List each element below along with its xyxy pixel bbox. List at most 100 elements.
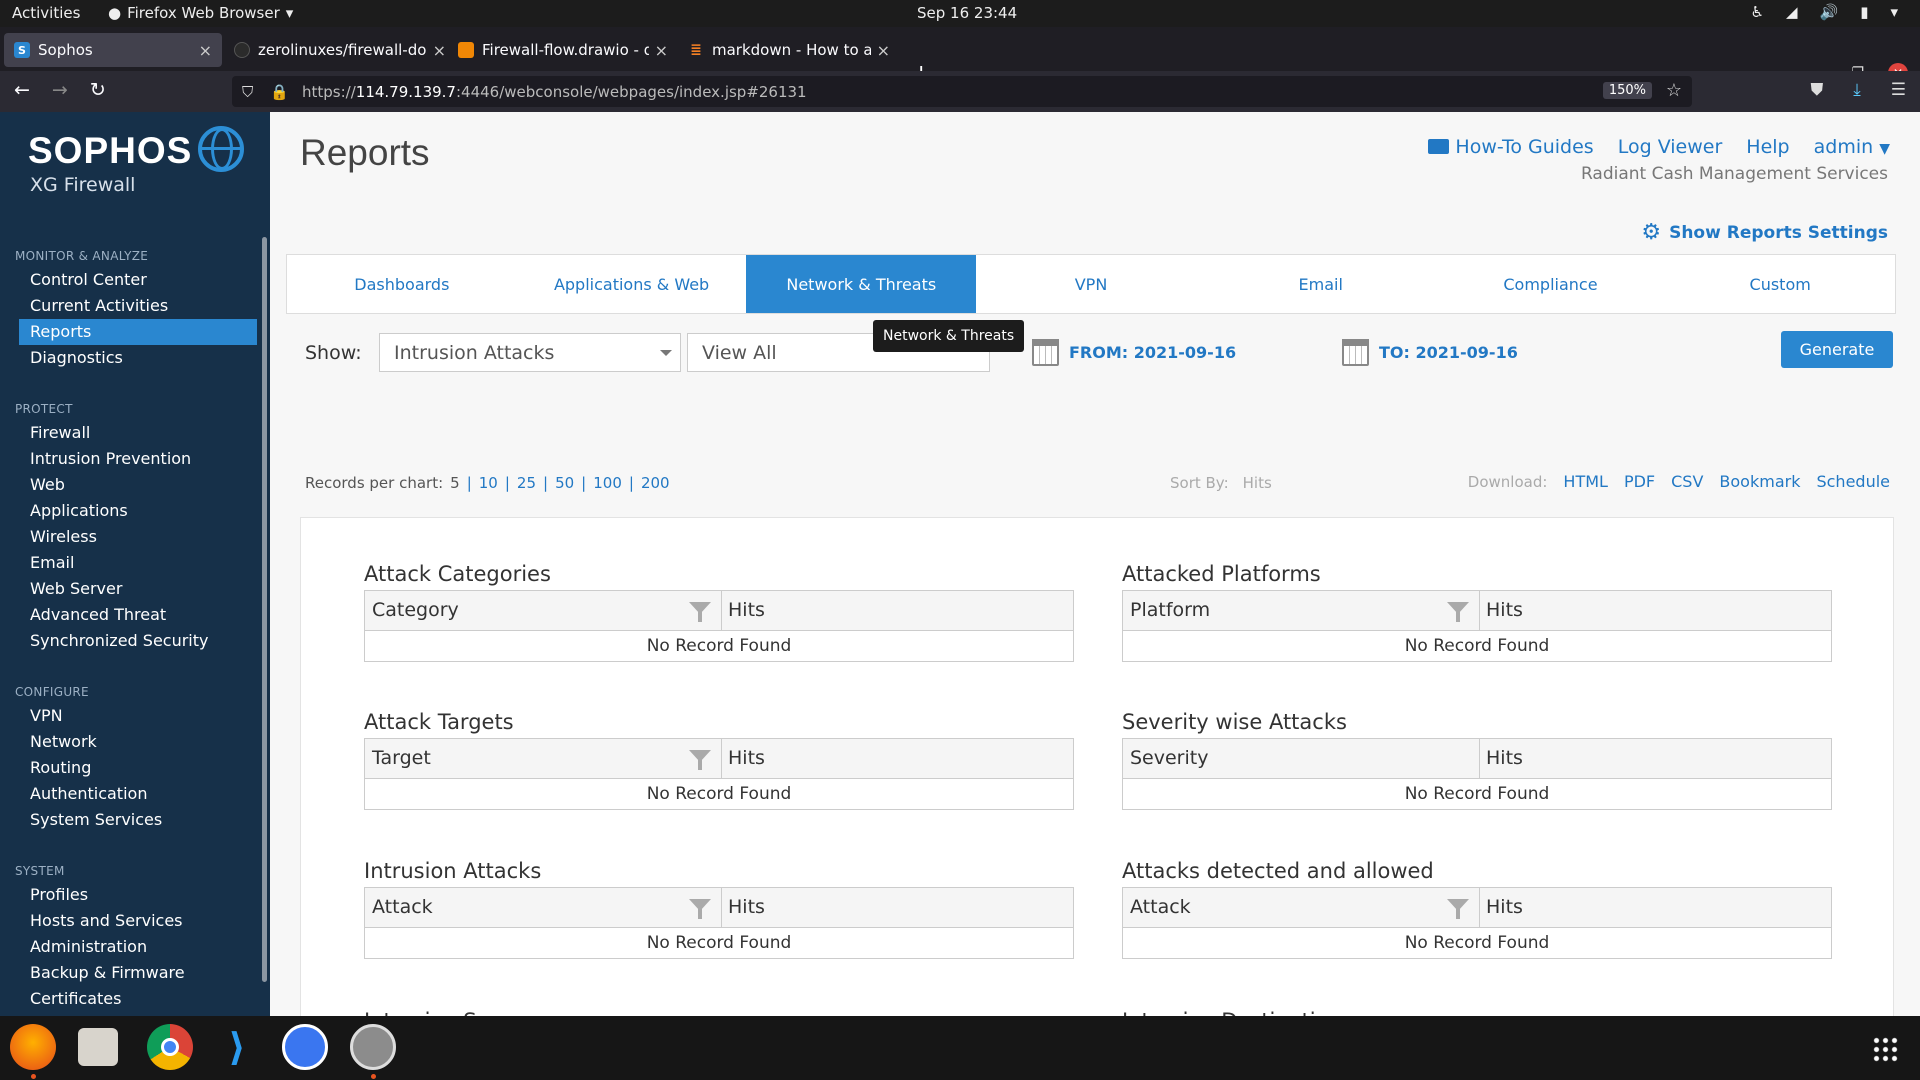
- bookmark-link[interactable]: Bookmark: [1719, 472, 1800, 491]
- download-pdf-link[interactable]: PDF: [1624, 472, 1655, 491]
- volume-icon[interactable]: 🔊: [1820, 3, 1839, 21]
- back-icon[interactable]: ←: [14, 79, 30, 101]
- records-option-10[interactable]: 10: [479, 474, 498, 492]
- menu-icon[interactable]: ☰: [1891, 80, 1906, 100]
- bookmark-star-icon[interactable]: ☆: [1666, 80, 1682, 101]
- tab-compliance[interactable]: Compliance: [1436, 255, 1666, 313]
- from-date-picker[interactable]: FROM: 2021-09-16: [1032, 339, 1236, 366]
- sidebar-item-synchronized-security[interactable]: Synchronized Security: [19, 628, 257, 654]
- sidebar-item-administration[interactable]: Administration: [19, 934, 257, 960]
- column-header[interactable]: Hits: [1480, 739, 1831, 778]
- records-option-25[interactable]: 25: [517, 474, 536, 492]
- accessibility-icon[interactable]: ♿: [1751, 3, 1764, 21]
- power-menu-icon[interactable]: ▾: [1890, 3, 1898, 21]
- tab-close-icon[interactable]: ×: [433, 41, 446, 60]
- tab-close-icon[interactable]: ×: [877, 41, 890, 60]
- download-html-link[interactable]: HTML: [1563, 472, 1608, 491]
- admin-menu[interactable]: admin ▼: [1814, 136, 1890, 158]
- sophos-logo[interactable]: SOPHOS XG Firewall: [28, 130, 192, 196]
- column-header[interactable]: Hits: [1480, 888, 1831, 927]
- records-option-5[interactable]: 5: [450, 474, 460, 492]
- tab-dashboards[interactable]: Dashboards: [287, 255, 517, 313]
- schedule-link[interactable]: Schedule: [1816, 472, 1890, 491]
- filter-icon[interactable]: [689, 602, 711, 622]
- records-option-200[interactable]: 200: [641, 474, 670, 492]
- sidebar-item-vpn[interactable]: VPN: [19, 703, 257, 729]
- sidebar-item-diagnostics[interactable]: Diagnostics: [19, 345, 257, 371]
- sidebar-item-system-services[interactable]: System Services: [19, 807, 257, 833]
- sidebar-item-reports[interactable]: Reports: [19, 319, 257, 345]
- browser-tab-drawio[interactable]: Firewall-flow.drawio - dia ×: [448, 33, 678, 67]
- tab-email[interactable]: Email: [1206, 255, 1436, 313]
- column-header[interactable]: Target: [365, 739, 722, 778]
- records-option-50[interactable]: 50: [555, 474, 574, 492]
- sidebar-item-applications[interactable]: Applications: [19, 498, 257, 524]
- how-to-guides-link[interactable]: How-To Guides: [1428, 136, 1594, 158]
- sidebar-item-current-activities[interactable]: Current Activities: [19, 293, 257, 319]
- column-header[interactable]: Category: [365, 591, 722, 630]
- tab-applications-web[interactable]: Applications & Web: [517, 255, 747, 313]
- filter-icon[interactable]: [1447, 899, 1469, 919]
- downloads-icon[interactable]: ⤓: [1853, 80, 1861, 100]
- browser-tab-sophos[interactable]: S Sophos ×: [4, 33, 222, 67]
- tab-vpn[interactable]: VPN: [976, 255, 1206, 313]
- download-csv-link[interactable]: CSV: [1671, 472, 1703, 491]
- forward-icon[interactable]: →: [52, 79, 68, 101]
- battery-icon[interactable]: ▮: [1860, 3, 1868, 21]
- generate-button[interactable]: Generate: [1781, 331, 1893, 368]
- sidebar-item-routing[interactable]: Routing: [19, 755, 257, 781]
- sidebar-item-certificates[interactable]: Certificates: [19, 986, 257, 1012]
- help-link[interactable]: Help: [1746, 136, 1789, 158]
- column-header[interactable]: Severity: [1123, 739, 1480, 778]
- column-header[interactable]: Hits: [722, 591, 1073, 630]
- files-icon[interactable]: [78, 1028, 118, 1066]
- reload-icon[interactable]: ↻: [90, 79, 106, 101]
- tab-close-icon[interactable]: ×: [199, 41, 212, 60]
- sidebar-item-authentication[interactable]: Authentication: [19, 781, 257, 807]
- filter-icon[interactable]: [1447, 602, 1469, 622]
- sidebar-scrollbar[interactable]: [262, 237, 267, 982]
- app-menu[interactable]: ● Firefox Web Browser ▾: [108, 4, 293, 22]
- sidebar-item-email[interactable]: Email: [19, 550, 257, 576]
- clock[interactable]: Sep 16 23:44: [917, 4, 1017, 22]
- vscode-icon[interactable]: ⟩: [214, 1024, 260, 1070]
- column-header[interactable]: Hits: [1480, 591, 1831, 630]
- sidebar-item-web-server[interactable]: Web Server: [19, 576, 257, 602]
- column-header[interactable]: Platform: [1123, 591, 1480, 630]
- column-header[interactable]: Attack: [1123, 888, 1480, 927]
- sidebar-item-intrusion-prevention[interactable]: Intrusion Prevention: [19, 446, 257, 472]
- browser-tab-stackoverflow[interactable]: ≣ markdown - How to add i ×: [678, 33, 900, 67]
- activities-button[interactable]: Activities: [12, 4, 80, 22]
- browser-tab-github[interactable]: zerolinuxes/firewall-docs ×: [224, 33, 456, 67]
- sidebar-item-firewall[interactable]: Firewall: [19, 420, 257, 446]
- sidebar-item-web[interactable]: Web: [19, 472, 257, 498]
- column-header[interactable]: Attack: [365, 888, 722, 927]
- column-header[interactable]: Hits: [722, 888, 1073, 927]
- sort-by-hits[interactable]: Hits: [1243, 474, 1272, 492]
- signal-icon[interactable]: [282, 1024, 328, 1070]
- lock-icon[interactable]: 🔒: [270, 83, 289, 101]
- records-option-100[interactable]: 100: [593, 474, 622, 492]
- sidebar-item-profiles[interactable]: Profiles: [19, 882, 257, 908]
- column-header[interactable]: Hits: [722, 739, 1073, 778]
- show-reports-settings-link[interactable]: ⚙ Show Reports Settings: [1641, 220, 1888, 245]
- sidebar-item-advanced-threat[interactable]: Advanced Threat: [19, 602, 257, 628]
- chrome-icon[interactable]: [147, 1024, 193, 1070]
- tab-close-icon[interactable]: ×: [655, 41, 668, 60]
- log-viewer-link[interactable]: Log Viewer: [1618, 136, 1723, 158]
- tab-custom[interactable]: Custom: [1665, 255, 1895, 313]
- system-tray[interactable]: ♿ ◢ 🔊 ▮ ▾: [1751, 3, 1898, 21]
- app-grid-icon[interactable]: [1872, 1036, 1898, 1062]
- firefox-icon[interactable]: [10, 1024, 56, 1070]
- sidebar-item-backup-firmware[interactable]: Backup & Firmware: [19, 960, 257, 986]
- zoom-level[interactable]: 150%: [1602, 82, 1652, 99]
- url-text[interactable]: https://114.79.139.7:4446/webconsole/web…: [302, 83, 807, 101]
- software-updater-icon[interactable]: [350, 1024, 396, 1070]
- report-type-select[interactable]: Intrusion Attacks: [379, 333, 681, 372]
- sidebar-item-wireless[interactable]: Wireless: [19, 524, 257, 550]
- sidebar-item-hosts-and-services[interactable]: Hosts and Services: [19, 908, 257, 934]
- wifi-icon[interactable]: ◢: [1786, 3, 1798, 21]
- sidebar-item-network[interactable]: Network: [19, 729, 257, 755]
- shield-icon[interactable]: ⛉: [242, 83, 260, 101]
- to-date-picker[interactable]: TO: 2021-09-16: [1342, 339, 1518, 366]
